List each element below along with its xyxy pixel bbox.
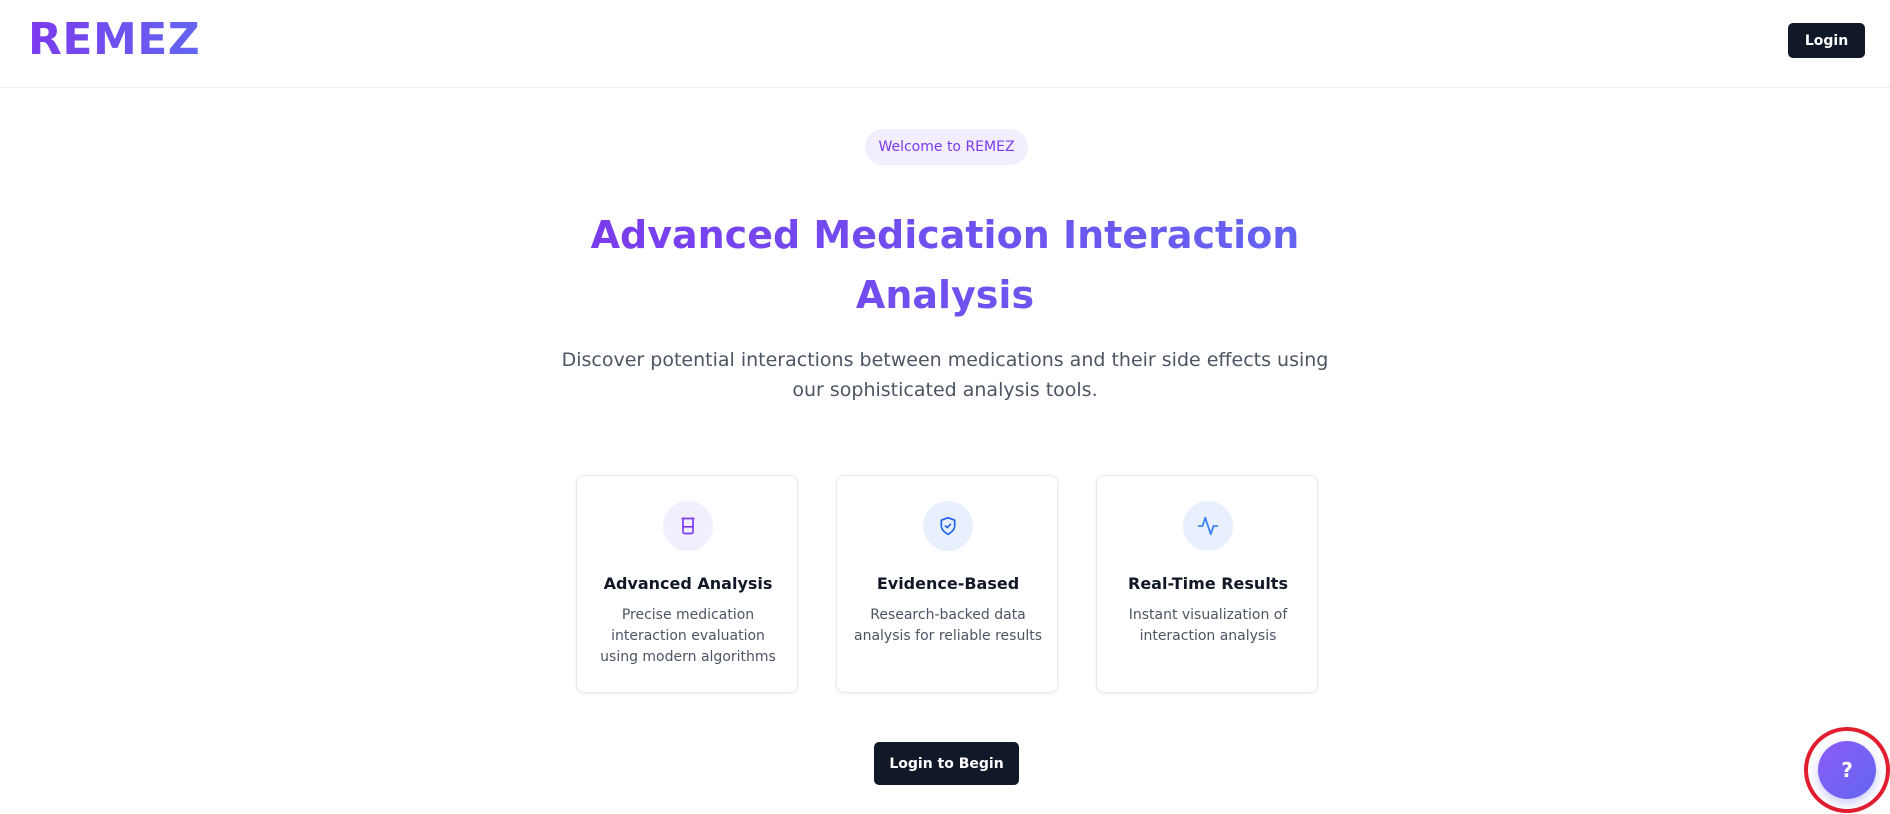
feature-card-advanced-analysis: Advanced Analysis Precise medication int… bbox=[576, 475, 798, 693]
shield-check-icon bbox=[923, 501, 973, 551]
feature-card-evidence-based: Evidence-Based Research-backed data anal… bbox=[836, 475, 1058, 693]
feature-description: Research-backed data analysis for reliab… bbox=[854, 607, 1042, 644]
feature-card-real-time-results: Real-Time Results Instant visualization … bbox=[1096, 475, 1318, 693]
welcome-badge: Welcome to REMEZ bbox=[865, 129, 1028, 165]
help-button[interactable]: ? bbox=[1818, 741, 1876, 799]
feature-title: Evidence-Based bbox=[876, 574, 1020, 593]
hero-subtitle: Discover potential interactions between … bbox=[561, 349, 1329, 401]
feature-description: Precise medication interaction evaluatio… bbox=[600, 607, 776, 665]
top-header: REMEZ Login bbox=[0, 0, 1890, 88]
activity-icon bbox=[1183, 501, 1233, 551]
feature-description: Instant visualization of interaction ana… bbox=[1128, 607, 1288, 644]
hero-title: Advanced Medication Interaction Analysis bbox=[545, 205, 1345, 325]
beaker-icon bbox=[663, 501, 713, 551]
feature-title: Real-Time Results bbox=[1128, 574, 1288, 593]
login-to-begin-button[interactable]: Login to Begin bbox=[874, 742, 1019, 785]
login-button[interactable]: Login bbox=[1788, 23, 1865, 58]
logo[interactable]: REMEZ bbox=[28, 14, 200, 65]
page: REMEZ Login Welcome to REMEZ Advanced Me… bbox=[0, 0, 1890, 814]
feature-title: Advanced Analysis bbox=[603, 574, 773, 593]
